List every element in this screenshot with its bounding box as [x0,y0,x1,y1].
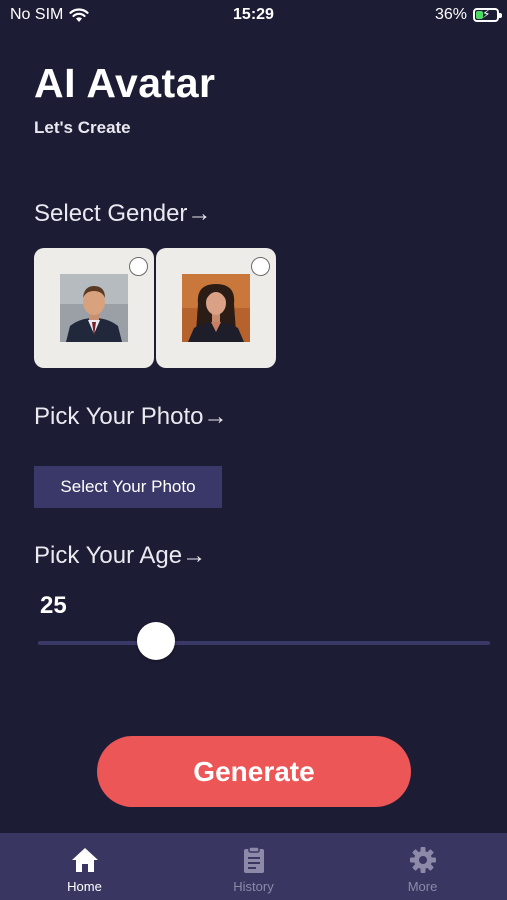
male-radio-button[interactable] [129,257,148,276]
clock: 15:29 [233,6,274,23]
page-title: AI Avatar [34,60,216,106]
age-slider-track[interactable] [38,641,490,645]
battery-icon: ⚡ [473,7,502,22]
select-photo-button[interactable]: Select Your Photo [34,466,222,508]
tab-home[interactable]: Home [0,833,169,900]
tab-home-label: Home [67,879,102,894]
female-radio-button[interactable] [251,257,270,276]
charging-bolt-icon: ⚡ [482,7,491,21]
history-clipboard-icon [243,846,264,873]
battery-percentage: 36% [434,6,467,23]
status-bar: No SIM 15:29 36% ⚡ [0,0,507,32]
age-slider-thumb[interactable] [136,622,175,660]
gender-option-male[interactable] [34,248,154,368]
gender-option-female[interactable] [156,248,276,368]
tab-history[interactable]: History [169,833,338,900]
bottom-tab-bar: Home History More [0,833,507,900]
tab-more[interactable]: More [338,833,507,900]
tab-more-label: More [407,879,438,894]
pick-photo-label: Pick Your Photo→ [34,403,228,430]
age-value: 25 [40,592,67,619]
battery-status: 36% ⚡ [434,6,502,24]
generate-button[interactable]: Generate [97,736,411,807]
page-subtitle: Let's Create [34,118,131,137]
gender-options [34,248,276,368]
home-icon [71,848,98,872]
female-avatar-photo [182,274,250,342]
pick-age-label: Pick Your Age→ [34,542,207,569]
select-gender-label: Select Gender→ [34,200,212,227]
gear-icon [409,847,436,873]
tab-history-label: History [233,879,274,894]
male-avatar-photo [60,274,128,342]
